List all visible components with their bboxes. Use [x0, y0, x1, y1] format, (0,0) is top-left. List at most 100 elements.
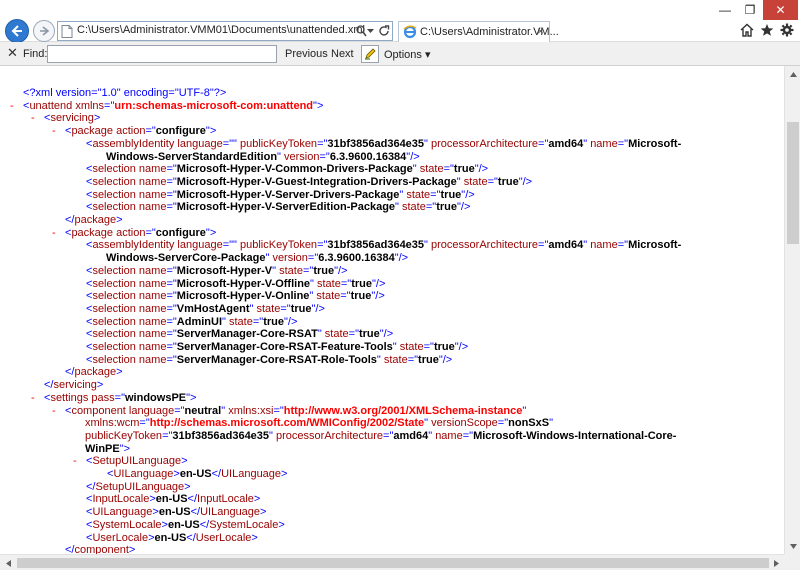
collapse-toggle[interactable]: - [73, 455, 77, 468]
tab-close-button[interactable]: × [537, 24, 544, 38]
xml-token-equals: =" [462, 429, 474, 442]
xml-line: <selection name="ServerManager-Core-RSAT… [86, 328, 393, 341]
xml-token-tag: UILanguage [113, 468, 174, 480]
vertical-scrollbar[interactable] [784, 66, 800, 554]
xml-token-equals: =" [166, 175, 177, 188]
home-icon[interactable] [740, 23, 754, 37]
horizontal-scrollbar[interactable] [0, 554, 784, 570]
xml-token-attr: versionScope [431, 417, 498, 430]
find-next-button[interactable]: Next [331, 48, 354, 60]
refresh-icon[interactable] [378, 25, 390, 37]
xml-token-attr: name [138, 188, 167, 201]
xml-token-attr: name [138, 264, 167, 277]
xml-token-equals: =" [114, 391, 125, 404]
xml-token-text: en-US [179, 468, 212, 480]
xml-token-bracket: > [209, 125, 217, 138]
xml-token-equals: " [249, 302, 257, 315]
xml-token-text: en-US [154, 531, 187, 544]
collapse-toggle[interactable]: - [52, 405, 56, 418]
xml-token-bracket: > [93, 112, 101, 125]
gear-icon[interactable] [780, 23, 794, 37]
xml-token-bracket: </ [186, 531, 196, 544]
address-url[interactable]: C:\Users\Administrator.VMM01\Documents\u… [77, 24, 365, 36]
highlight-matches-button[interactable] [361, 45, 379, 63]
xml-token-tag: InputLocale [197, 493, 254, 506]
xml-token-equals: " [456, 175, 464, 188]
xml-token-attr: state [399, 341, 424, 353]
collapse-toggle[interactable]: - [52, 227, 56, 240]
xml-token-value: true [433, 341, 455, 353]
xml-token-bracket: </ [211, 468, 222, 480]
xml-token-equals: " [277, 150, 285, 163]
xml-token-tag: selection [92, 353, 139, 366]
tab-unattended-xml[interactable]: C:\Users\Administrator.VM... × [398, 21, 559, 42]
scroll-down-button[interactable] [785, 538, 800, 554]
xml-line: Windows-ServerCore-Package" version="6.3… [106, 252, 408, 265]
page-icon [61, 25, 73, 38]
xml-token-value: true [350, 290, 372, 303]
chevron-down-icon[interactable] [367, 29, 374, 34]
find-previous-button[interactable]: Previous [285, 48, 328, 60]
xml-token-attr: xmlns:xsi [228, 404, 274, 417]
xml-token-value: Microsoft-Hyper-V-Common-Drivers-Package [176, 163, 413, 176]
xml-token-equals: =" [538, 137, 549, 150]
xml-token-equals: =" [139, 417, 150, 430]
xml-token-tag: selection [92, 163, 139, 176]
xml-token-bracket: </ [187, 493, 198, 506]
find-input[interactable] [47, 45, 277, 63]
find-bar-close-button[interactable]: ✕ [7, 45, 18, 61]
xml-token-text: en-US [167, 518, 200, 531]
search-icon[interactable] [356, 25, 367, 37]
browser-top-bar: C:\Users\Administrator.VMM01\Documents\u… [0, 0, 800, 43]
xml-token-equals: =" [425, 201, 437, 214]
find-options-button[interactable]: Options ▾ [384, 48, 431, 61]
address-bar[interactable]: C:\Users\Administrator.VMM01\Documents\u… [57, 21, 393, 41]
xml-token-value: true [453, 163, 475, 176]
xml-token-value: Microsoft-Hyper-V [176, 264, 273, 277]
vertical-scroll-thumb[interactable] [787, 122, 799, 244]
xml-token-attr: version [272, 252, 308, 265]
close-window-button[interactable]: ✕ [763, 0, 798, 20]
xml-token-value: true [440, 188, 462, 201]
xml-token-equals: =" [538, 239, 549, 252]
xml-token-attr: state [383, 353, 408, 366]
xml-token-tag: assemblyIdentity [92, 137, 178, 150]
xml-token-bracket: /> [460, 201, 471, 214]
xml-line: <selection name="Microsoft-Hyper-V-Guest… [86, 176, 532, 189]
xml-line: <selection name="Microsoft-Hyper-V-Onlin… [86, 290, 385, 303]
scroll-right-button[interactable] [768, 555, 784, 570]
collapse-toggle[interactable]: - [31, 112, 35, 125]
xml-token-value: Microsoft- [628, 137, 682, 150]
xml-line: <selection name="Microsoft-Hyper-V" stat… [86, 265, 347, 278]
xml-line: xmlns:wcm="http://schemas.microsoft.com/… [85, 417, 553, 430]
collapse-toggle[interactable]: - [52, 125, 56, 138]
xml-line: </component> [65, 544, 135, 554]
xml-token-attr: processorArchitecture [431, 137, 539, 150]
restore-button[interactable]: ❐ [738, 0, 762, 20]
star-icon[interactable] [760, 23, 774, 37]
xml-line: <assemblyIdentity language="" publicKeyT… [86, 138, 681, 151]
collapse-toggle[interactable]: - [10, 100, 14, 113]
xml-line: <UserLocale>en-US</UserLocale> [86, 532, 258, 545]
xml-token-attr: state [402, 201, 426, 214]
horizontal-scroll-thumb[interactable] [17, 558, 769, 568]
xml-token-bracket: > [281, 468, 288, 480]
xml-token-attr: processorArchitecture [431, 239, 539, 252]
xml-token-equals: =" [340, 290, 351, 303]
xml-token-bracket: /> [398, 252, 409, 265]
scroll-up-button[interactable] [785, 66, 800, 82]
xml-token-attr: name [138, 201, 167, 214]
minimize-button[interactable]: — [713, 0, 737, 20]
xml-token-equals: " [424, 239, 432, 252]
xml-line: <InputLocale>en-US</InputLocale> [86, 493, 260, 506]
xml-token-nsvalue: http://schemas.microsoft.com/WMIConfig/2… [149, 417, 425, 430]
xml-token-value: 31bf3856ad364e35 [327, 239, 425, 252]
forward-button[interactable] [33, 20, 55, 42]
xml-token-equals: =" [166, 163, 177, 176]
xml-token-tag: selection [92, 175, 139, 188]
xml-line: Windows-ServerStandardEdition" version="… [106, 151, 420, 164]
collapse-toggle[interactable]: - [31, 392, 35, 405]
scroll-left-button[interactable] [0, 555, 16, 570]
xml-token-tag: selection [92, 277, 139, 290]
back-button[interactable] [5, 19, 29, 43]
